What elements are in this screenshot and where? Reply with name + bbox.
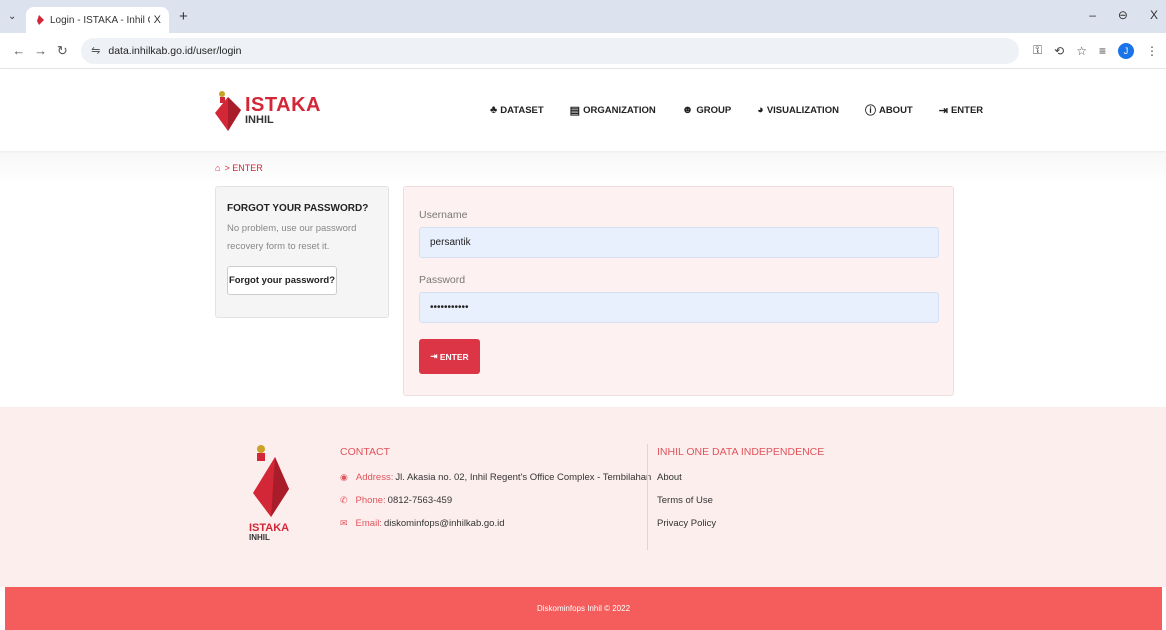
location-icon: ◉	[340, 472, 348, 482]
breadcrumb-separator: >	[224, 163, 233, 173]
footer-link-privacy[interactable]: Privacy Policy	[657, 518, 824, 529]
tab-close-icon[interactable]: X	[154, 14, 161, 26]
footer-link-about[interactable]: About	[657, 472, 824, 483]
enter-button[interactable]: ⇥ ENTER	[419, 339, 480, 374]
logo-title: ISTAKA	[245, 93, 321, 116]
enter-label: ENTER	[439, 351, 469, 362]
address-label: Address:	[355, 472, 394, 483]
logo-subtitle: INHIL	[245, 113, 274, 126]
translate-icon[interactable]: ⟲	[1054, 44, 1064, 58]
phone-value: 0812-7563-459	[387, 495, 453, 506]
browser-tab[interactable]: Login - ISTAKA - Inhil One Data X	[26, 7, 169, 33]
info-icon: ⓘ	[864, 105, 876, 117]
breadcrumb: ⌂ > ENTER	[0, 151, 1166, 185]
logo-emblem-icon: ISTAKA INHIL	[249, 445, 289, 542]
forward-icon[interactable]: →	[30, 43, 52, 58]
nav-about[interactable]: ⓘ ABOUT	[865, 102, 913, 118]
site-header: ISTAKA INHIL ♣ DATASET ▤ ORGANIZATION ☻ GRO…	[0, 69, 1166, 151]
close-window-button[interactable]: X	[1150, 8, 1158, 22]
sitemap-icon: ♣	[490, 104, 498, 116]
contact-address: ◉ Address: Jl. Akasia no. 02, Inhil Rege…	[340, 472, 651, 483]
profile-avatar[interactable]: J	[1118, 42, 1135, 59]
envelope-icon: ✉	[340, 518, 348, 528]
restore-button[interactable]: ⊖	[1118, 8, 1128, 22]
copyright-text: Diskominfops Inhil © 2022	[536, 604, 631, 613]
address-bar: ← → ↻ ⇋ data.inhilkab.go.id/user/login ⚿…	[0, 33, 1166, 69]
phone-label: Phone:	[355, 495, 386, 506]
tab-title: Login - ISTAKA - Inhil One Data	[50, 14, 150, 26]
nav-visualization[interactable]: ◕ VISUALIZATION	[757, 102, 839, 118]
contact-section: CONTACT ◉ Address: Jl. Akasia no. 02, In…	[340, 446, 651, 541]
footer-link-terms[interactable]: Terms of Use	[657, 495, 824, 506]
url-field[interactable]: ⇋ data.inhilkab.go.id/user/login	[81, 37, 1020, 64]
independence-title: INHIL ONE DATA INDEPENDENCE	[657, 446, 825, 458]
breadcrumb-current: ENTER	[232, 163, 263, 173]
sign-in-icon: ⇥	[938, 104, 948, 117]
minimize-button[interactable]: –	[1089, 8, 1096, 22]
menu-dots-icon[interactable]: ⋮	[1146, 44, 1158, 58]
forgot-password-panel: FORGOT YOUR PASSWORD? No problem, use ou…	[215, 186, 389, 318]
main-nav: ♣ DATASET ▤ ORGANIZATION ☻ GROUP ◕ VISUALIZA…	[490, 102, 1009, 118]
nav-label: DATASET	[500, 104, 544, 116]
nav-label: ABOUT	[878, 104, 913, 116]
footer-divider	[647, 444, 648, 550]
reload-icon[interactable]: ↻	[51, 43, 73, 59]
login-form: Username persantik Password ••••••••••• …	[403, 186, 954, 396]
nav-dataset[interactable]: ♣ DATASET	[490, 102, 544, 118]
pie-chart-icon: ◕	[757, 104, 764, 116]
email-label: Email:	[355, 518, 382, 529]
browser-tab-bar: ⌄ Login - ISTAKA - Inhil One Data X + – …	[0, 0, 1166, 33]
nav-label: ENTER	[950, 104, 984, 116]
username-input[interactable]: persantik	[419, 227, 939, 258]
window-controls: – ⊖ X	[1089, 8, 1158, 22]
contact-phone: ✆ Phone: 0812-7563-459	[340, 495, 651, 506]
username-label: Username	[419, 209, 468, 221]
nav-enter[interactable]: ⇥ ENTER	[939, 102, 983, 118]
address-value: Jl. Akasia no. 02, Inhil Regent's Office…	[395, 472, 652, 483]
reading-list-icon[interactable]: ≡	[1099, 44, 1106, 58]
site-footer: ISTAKA INHIL CONTACT ◉ Address: Jl. Akas…	[0, 407, 1166, 587]
nav-label: ORGANIZATION	[583, 104, 656, 116]
favicon-icon	[37, 15, 44, 25]
footer-logo: ISTAKA INHIL	[249, 443, 291, 546]
copyright-bar: Diskominfops Inhil © 2022	[5, 587, 1162, 630]
nav-group[interactable]: ☻ GROUP	[682, 102, 731, 118]
nav-organization[interactable]: ▤ ORGANIZATION	[570, 102, 656, 118]
url-text: data.inhilkab.go.id/user/login	[108, 44, 242, 57]
sign-in-icon: ⇥	[430, 351, 440, 361]
tab-search-dropdown-icon[interactable]: ⌄	[8, 11, 26, 22]
main-content: FORGOT YOUR PASSWORD? No problem, use ou…	[0, 185, 1166, 409]
forgot-title: FORGOT YOUR PASSWORD?	[227, 203, 369, 214]
password-label: Password	[419, 274, 466, 286]
footer-logo-subtitle: INHIL	[249, 533, 270, 541]
back-icon[interactable]: ←	[8, 43, 30, 58]
building-icon: ▤	[569, 104, 581, 117]
site-logo[interactable]: ISTAKA INHIL	[215, 89, 321, 131]
forgot-password-button[interactable]: Forgot your password?	[227, 266, 337, 295]
nav-label: VISUALIZATION	[766, 104, 839, 116]
contact-title: CONTACT	[340, 446, 390, 458]
bookmark-star-icon[interactable]: ☆	[1076, 44, 1087, 58]
password-input[interactable]: •••••••••••	[419, 292, 939, 323]
email-value[interactable]: diskominfops@inhilkab.go.id	[384, 518, 505, 529]
independence-section: INHIL ONE DATA INDEPENDENCE About Terms …	[657, 446, 824, 541]
toolbar-icons: ⚿ ⟲ ☆ ≡ J ⋮	[1033, 42, 1158, 59]
nav-label: GROUP	[696, 104, 732, 116]
logo-emblem-icon	[215, 91, 241, 131]
new-tab-button[interactable]: +	[179, 8, 188, 25]
forgot-text: No problem, use our password recovery fo…	[227, 223, 357, 252]
site-info-icon[interactable]: ⇋	[91, 44, 100, 57]
password-key-icon[interactable]: ⚿	[1033, 43, 1042, 58]
home-icon[interactable]: ⌂	[215, 163, 220, 173]
whatsapp-icon: ✆	[340, 495, 348, 505]
contact-email: ✉ Email: diskominfops@inhilkab.go.id	[340, 518, 651, 529]
users-icon: ☻	[681, 104, 694, 116]
